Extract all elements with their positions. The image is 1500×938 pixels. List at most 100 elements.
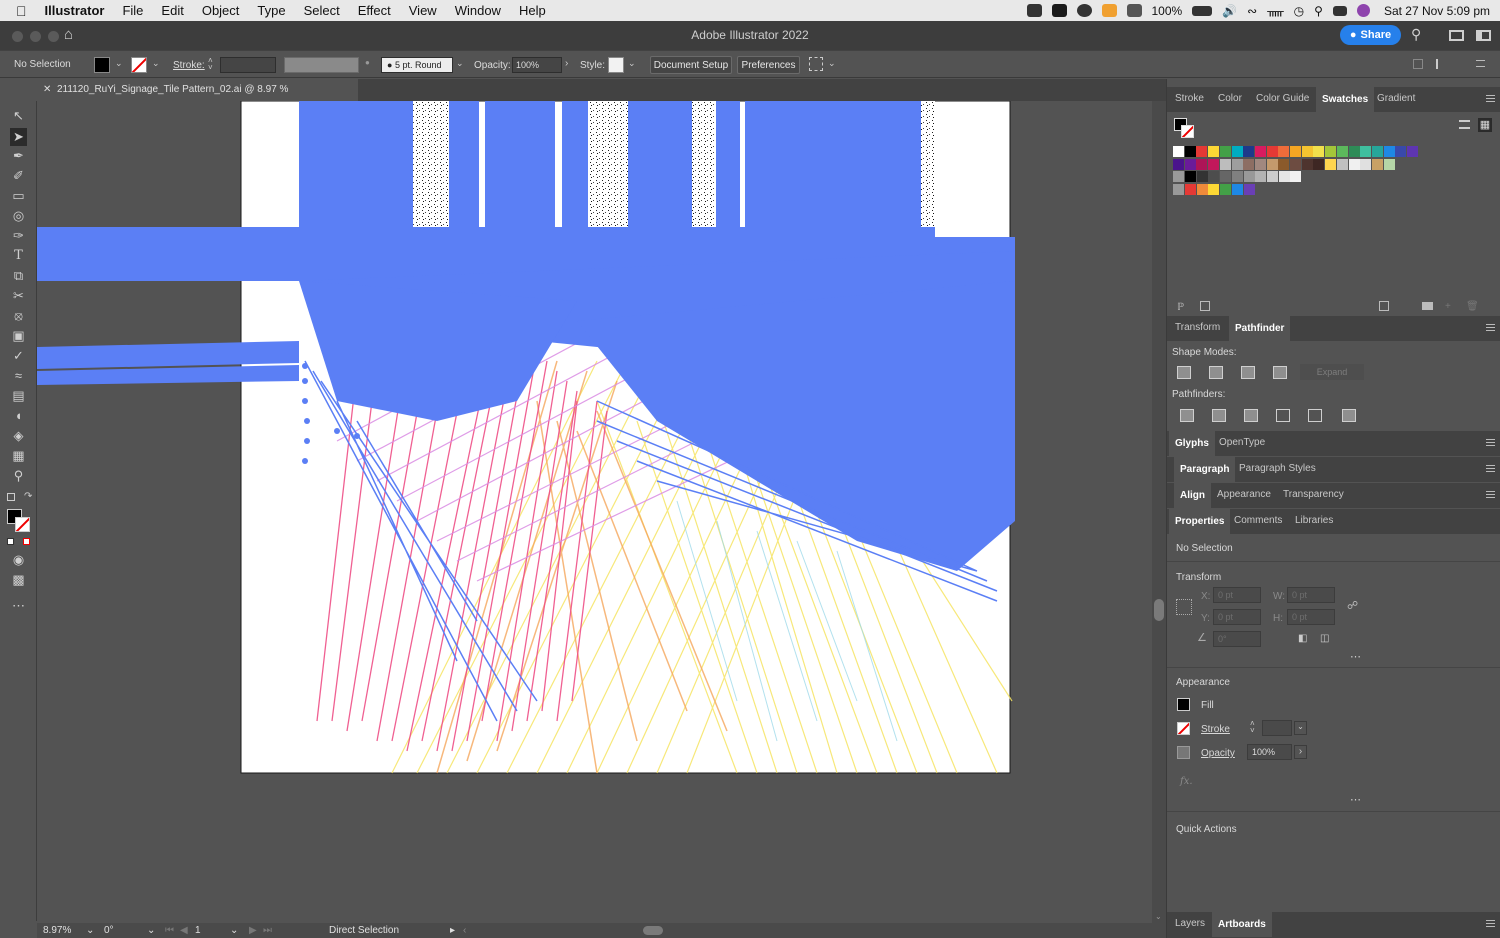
trim-icon[interactable] <box>1212 409 1226 422</box>
tab-libraries[interactable]: Libraries <box>1295 515 1333 526</box>
menu-app-name[interactable]: Illustrator <box>36 3 114 18</box>
menu-type[interactable]: Type <box>248 3 294 18</box>
swatch[interactable] <box>1348 146 1360 157</box>
menu-edit[interactable]: Edit <box>152 3 192 18</box>
opacity-properties-label[interactable]: Opacity <box>1201 748 1235 759</box>
swatch[interactable] <box>1301 158 1313 170</box>
swatch[interactable] <box>1371 158 1383 170</box>
unite-icon[interactable] <box>1177 366 1191 379</box>
tab-transparency[interactable]: Transparency <box>1283 489 1344 500</box>
blend-tool-icon[interactable]: ≈ <box>10 369 27 383</box>
swatch[interactable] <box>1348 158 1360 170</box>
stroke-color-box[interactable] <box>15 517 30 532</box>
swatch[interactable] <box>1278 146 1290 157</box>
swatch[interactable] <box>1196 158 1208 170</box>
layers-panel-menu-icon[interactable] <box>1486 920 1495 927</box>
swatch[interactable] <box>1185 183 1196 195</box>
volume-icon[interactable]: 🔊 <box>1222 4 1237 18</box>
scissors-tool-icon[interactable]: ✂ <box>10 289 27 303</box>
arrange-documents-icon[interactable] <box>1449 30 1464 41</box>
h-field[interactable]: 0 pt <box>1287 609 1335 625</box>
rotate-icon[interactable]: ∠ <box>1197 631 1207 644</box>
direct-selection-tool-icon[interactable]: ➤ <box>10 128 27 146</box>
display-icon[interactable] <box>1126 4 1142 17</box>
spotlight-icon[interactable]: ⚲ <box>1314 4 1323 18</box>
swatch[interactable] <box>1220 183 1232 195</box>
align-panel-menu-icon[interactable] <box>1486 491 1495 498</box>
tab-gradient[interactable]: Gradient <box>1377 93 1415 104</box>
arrange-icon[interactable] <box>809 57 823 71</box>
opacity-properties-field[interactable]: 100% <box>1247 744 1292 760</box>
opacity-field[interactable]: 100% <box>512 57 562 73</box>
stroke-swatch[interactable] <box>131 57 147 73</box>
swatch[interactable] <box>1196 146 1208 157</box>
document-setup-button[interactable]: Document Setup <box>650 56 732 74</box>
scale-tool-icon[interactable]: ⧉ <box>10 269 27 283</box>
reference-point-icon[interactable] <box>1176 599 1192 615</box>
stroke-dropdown-icon[interactable]: ⌄ <box>152 58 160 69</box>
stroke-weight-stepper[interactable]: ˄ ˅ <box>1250 720 1255 735</box>
cloud-icon[interactable] <box>1026 4 1042 17</box>
swatch[interactable] <box>1301 146 1313 157</box>
battery-icon[interactable] <box>1192 5 1213 16</box>
style-dropdown-icon[interactable]: ⌄ <box>628 58 636 69</box>
tab-opentype[interactable]: OpenType <box>1219 437 1265 448</box>
clock-icon[interactable]: ◷ <box>1294 4 1304 18</box>
stroke-weight-dropdown-icon[interactable]: ⌄ <box>1294 721 1307 735</box>
fx-icon[interactable]: fx. <box>1180 776 1193 787</box>
panel-menu-icon[interactable] <box>1476 60 1485 67</box>
sync-icon[interactable] <box>1076 4 1092 17</box>
swatch[interactable] <box>1360 146 1372 157</box>
graph-tool-icon[interactable]: ▤ <box>10 389 27 403</box>
opacity-arrow-icon[interactable]: › <box>1294 745 1307 759</box>
expand-button[interactable]: Expand <box>1300 364 1364 380</box>
swatch[interactable] <box>1231 171 1243 182</box>
swatch[interactable] <box>1243 183 1255 195</box>
search-icon[interactable]: ⚲ <box>1411 26 1421 43</box>
tab-transform[interactable]: Transform <box>1175 322 1220 333</box>
new-color-group-icon[interactable] <box>1422 302 1433 310</box>
none-mode-icon[interactable] <box>23 538 30 545</box>
swatch[interactable] <box>1231 183 1243 195</box>
color-mode-icon[interactable] <box>7 538 14 545</box>
swatch[interactable] <box>1278 158 1290 170</box>
opacity-arrow-icon[interactable]: › <box>565 58 568 69</box>
vertical-scrollbar[interactable]: ⌄ <box>1152 101 1166 923</box>
minus-front-icon[interactable] <box>1209 366 1223 379</box>
tab-appearance[interactable]: Appearance <box>1217 489 1271 500</box>
gradient-mode-icon[interactable] <box>15 538 22 545</box>
selection-tool-icon[interactable]: ↖ <box>10 109 27 123</box>
tab-pathfinder[interactable]: Pathfinder <box>1229 316 1291 341</box>
eyedropper-tool-icon[interactable]: ✓ <box>10 349 27 363</box>
swatch[interactable] <box>1219 158 1231 170</box>
exclude-icon[interactable] <box>1273 366 1287 379</box>
swap-colors-icon[interactable]: ↷ <box>24 491 32 502</box>
rotation-value[interactable]: 0° <box>104 925 114 936</box>
swatch[interactable] <box>1243 158 1255 170</box>
merge-icon[interactable] <box>1244 409 1258 422</box>
swatch[interactable] <box>1395 146 1407 157</box>
swatch[interactable] <box>1254 158 1266 170</box>
swatch[interactable] <box>1219 146 1231 157</box>
brush-dropdown-icon[interactable]: ⌄ <box>456 58 464 69</box>
swatch[interactable] <box>1208 183 1220 195</box>
menu-view[interactable]: View <box>400 3 446 18</box>
swatch[interactable] <box>1208 171 1220 182</box>
swatch[interactable] <box>1336 146 1348 157</box>
swatch[interactable] <box>1184 158 1196 170</box>
transform-icon[interactable] <box>1413 59 1423 69</box>
paragraph-panel-menu-icon[interactable] <box>1486 465 1495 472</box>
swatch[interactable] <box>1290 158 1301 170</box>
flip-vertical-icon[interactable]: ◫ <box>1320 633 1329 644</box>
swatch[interactable] <box>1325 146 1337 157</box>
w-field[interactable]: 0 pt <box>1287 587 1335 603</box>
swatch[interactable] <box>1266 146 1278 157</box>
menu-window[interactable]: Window <box>446 3 510 18</box>
wifi-icon[interactable]: ∾ <box>1247 4 1257 18</box>
minus-back-icon[interactable] <box>1342 409 1356 422</box>
align-icon[interactable] <box>1436 59 1448 69</box>
stroke-properties-label[interactable]: Stroke <box>1201 724 1230 735</box>
swatch[interactable] <box>1196 171 1208 182</box>
swatch[interactable] <box>1290 146 1301 157</box>
appearance-fill-swatch[interactable] <box>1177 698 1190 711</box>
